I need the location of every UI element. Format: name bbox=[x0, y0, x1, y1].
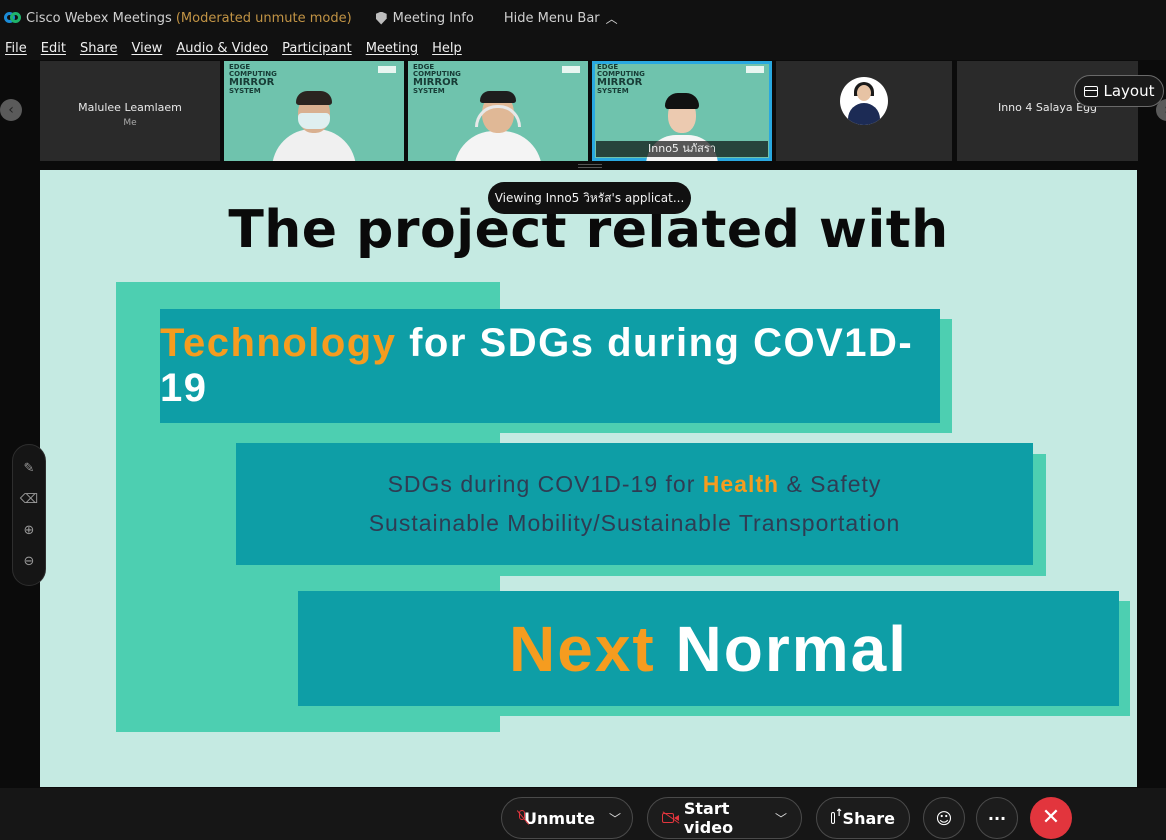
camera-off-icon bbox=[662, 811, 680, 824]
participant-video bbox=[264, 91, 364, 161]
qr-mark bbox=[378, 66, 396, 73]
shield-icon bbox=[375, 11, 387, 25]
meeting-info-label: Meeting Info bbox=[392, 10, 474, 26]
menu-audio-video[interactable]: Audio & Video bbox=[170, 41, 276, 56]
participant-name: Malulee Leamlaem bbox=[78, 101, 182, 114]
annotation-toolbar: ✎ ⌫ ⊕ ⊖ bbox=[12, 444, 46, 586]
pen-icon[interactable]: ✎ bbox=[24, 462, 35, 475]
menu-bar: File Edit Share View Audio & Video Parti… bbox=[0, 36, 1166, 60]
menu-share[interactable]: Share bbox=[74, 41, 126, 56]
menu-edit[interactable]: Edit bbox=[35, 41, 74, 56]
panel2-line1-post: & Safety bbox=[779, 471, 882, 497]
layout-button[interactable]: Layout bbox=[1074, 75, 1164, 107]
emoji-icon: ☺ bbox=[935, 808, 953, 828]
participant-me-tag: Me bbox=[123, 118, 137, 128]
panel3-text: Normal bbox=[655, 612, 908, 685]
strip-resize-handle[interactable] bbox=[578, 164, 602, 168]
slide-panel-sdgs: SDGs during COV1D-19 for Health & Safety… bbox=[236, 443, 1033, 565]
strip-prev-button[interactable]: ‹ bbox=[0, 99, 22, 121]
menu-meeting[interactable]: Meeting bbox=[360, 41, 426, 56]
more-options-button[interactable]: ··· bbox=[976, 797, 1018, 839]
qr-mark bbox=[562, 66, 580, 73]
panel2-highlight: Health bbox=[702, 471, 780, 497]
close-icon: ✕ bbox=[1041, 805, 1061, 830]
unmute-mode-label: (Moderated unmute mode) bbox=[175, 10, 352, 26]
control-bar: Unmute ﹀ Start video ﹀ Share ☺ ··· bbox=[0, 788, 1166, 840]
unmute-label: Unmute bbox=[524, 808, 595, 828]
menu-file[interactable]: File bbox=[0, 41, 35, 56]
participant-video bbox=[448, 91, 548, 161]
slide-panel-technology: Technology for SDGs during COV1D-19 bbox=[160, 309, 940, 423]
participant-tile-self[interactable]: Malulee Leamlaem Me bbox=[40, 61, 220, 161]
app-title: Cisco Webex Meetings bbox=[26, 10, 172, 26]
viewing-banner: Viewing Inno5 วิหรัส's applicat... bbox=[488, 182, 691, 214]
panel3-highlight: Next bbox=[509, 612, 656, 685]
share-button[interactable]: Share bbox=[816, 797, 910, 839]
zoom-out-icon[interactable]: ⊖ bbox=[24, 555, 35, 568]
more-icon: ··· bbox=[987, 808, 1007, 828]
chevron-down-icon[interactable]: ﹀ bbox=[775, 810, 787, 827]
layout-label: Layout bbox=[1103, 82, 1155, 100]
menu-participant[interactable]: Participant bbox=[276, 41, 360, 56]
hide-menu-bar-button[interactable]: Hide Menu Bar ︿ bbox=[504, 10, 618, 27]
share-icon bbox=[831, 808, 842, 824]
start-video-button[interactable]: Start video ﹀ bbox=[647, 797, 802, 839]
panel2-line2: Sustainable Mobility/Sustainable Transpo… bbox=[368, 510, 901, 536]
zoom-in-icon[interactable]: ⊕ bbox=[24, 524, 35, 537]
meeting-info-button[interactable]: Meeting Info bbox=[375, 10, 474, 26]
participant-tile-avatar[interactable] bbox=[776, 61, 952, 161]
share-label: Share bbox=[842, 808, 895, 828]
qr-mark bbox=[746, 66, 764, 73]
menu-view[interactable]: View bbox=[125, 41, 170, 56]
eraser-icon[interactable]: ⌫ bbox=[20, 493, 38, 506]
chevron-up-icon: ︿ bbox=[605, 11, 618, 26]
layout-icon bbox=[1083, 85, 1098, 97]
hide-menu-bar-label: Hide Menu Bar bbox=[503, 10, 600, 26]
title-bar: Cisco Webex Meetings (Moderated unmute m… bbox=[0, 0, 1166, 36]
reactions-button[interactable]: ☺ bbox=[923, 797, 965, 839]
end-meeting-button[interactable]: ✕ bbox=[1030, 797, 1072, 839]
panel1-highlight: Technology bbox=[160, 321, 397, 365]
participant-strip: Malulee Leamlaem Me EDGE COMPUTING MIRRO… bbox=[0, 60, 1166, 164]
participant-tile-video-1[interactable]: EDGE COMPUTING MIRROR SYSTEM bbox=[224, 61, 404, 161]
participant-tile-active-speaker[interactable]: EDGE COMPUTING MIRROR SYSTEM Inno5 นภัสร… bbox=[592, 61, 772, 161]
chevron-down-icon[interactable]: ﹀ bbox=[609, 810, 621, 827]
unmute-button[interactable]: Unmute ﹀ bbox=[501, 797, 633, 839]
slide-panel-next-normal: Next Normal bbox=[298, 591, 1119, 706]
menu-help[interactable]: Help bbox=[426, 41, 470, 56]
active-speaker-name: Inno5 นภัสรา bbox=[596, 141, 768, 157]
shared-content: The project related with Technology for … bbox=[40, 170, 1137, 787]
avatar bbox=[840, 77, 888, 125]
panel2-line1-pre: SDGs during COV1D-19 for bbox=[387, 471, 703, 497]
webex-logo-icon bbox=[4, 10, 24, 26]
participant-tile-video-2[interactable]: EDGE COMPUTING MIRROR SYSTEM bbox=[408, 61, 588, 161]
start-video-label: Start video bbox=[683, 799, 734, 837]
